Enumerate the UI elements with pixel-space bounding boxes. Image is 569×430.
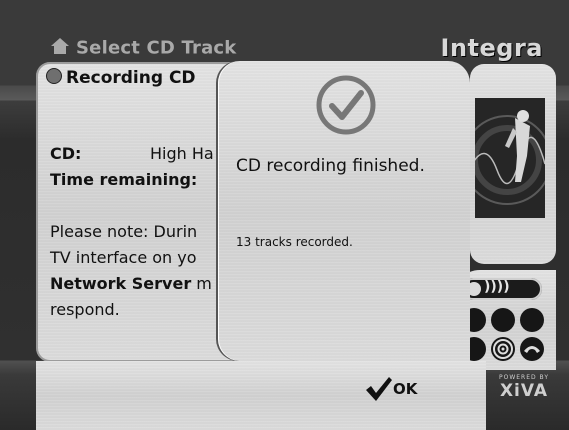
bottom-bar: OK [36, 361, 486, 430]
tv-screen: Select CD Track Integra Recording CD CD:… [0, 0, 569, 430]
control-button-3[interactable] [520, 308, 544, 332]
page-title: Select CD Track [50, 37, 236, 59]
volume-waves-icon: )))) [484, 279, 510, 295]
note-line-3-rest: m [191, 274, 212, 293]
success-check-icon [314, 73, 378, 137]
note-bold-text: Network Server [50, 274, 192, 293]
target-icon[interactable] [491, 337, 515, 361]
page-title-text: Select CD Track [76, 37, 237, 59]
xiva-name: XiVA [499, 381, 549, 401]
cd-value: High Ha [150, 144, 214, 163]
ok-button[interactable]: OK [363, 374, 417, 408]
recording-dot-icon [46, 68, 62, 84]
note-line-1: Please note: Durin [50, 222, 198, 241]
checkmark-icon [366, 377, 392, 401]
phone-icon[interactable] [520, 337, 544, 361]
volume-slider[interactable]: )))) [462, 278, 542, 300]
cd-label: CD: [50, 144, 82, 163]
ok-label: OK [393, 380, 418, 398]
control-button-2[interactable] [491, 308, 515, 332]
cd-cover-image [475, 98, 545, 218]
time-remaining-label: Time remaining: [50, 170, 198, 189]
note-line-2: TV interface on yo [50, 248, 197, 267]
powered-by-label: POWERED BY [498, 374, 549, 381]
recording-header: Recording CD [46, 68, 196, 88]
recording-finished-dialog: CD recording finished. 13 tracks recorde… [218, 61, 470, 361]
dialog-message: CD recording finished. [236, 156, 425, 176]
xiva-logo: POWERED BY XiVA [490, 374, 558, 401]
brand-logo: Integra [440, 34, 543, 62]
note-line-4: respond. [50, 300, 120, 319]
tracks-recorded-text: 13 tracks recorded. [236, 235, 353, 249]
home-icon[interactable] [50, 37, 70, 60]
recording-header-label: Recording CD [66, 68, 196, 88]
note-line-3: Network Server m [50, 274, 212, 293]
